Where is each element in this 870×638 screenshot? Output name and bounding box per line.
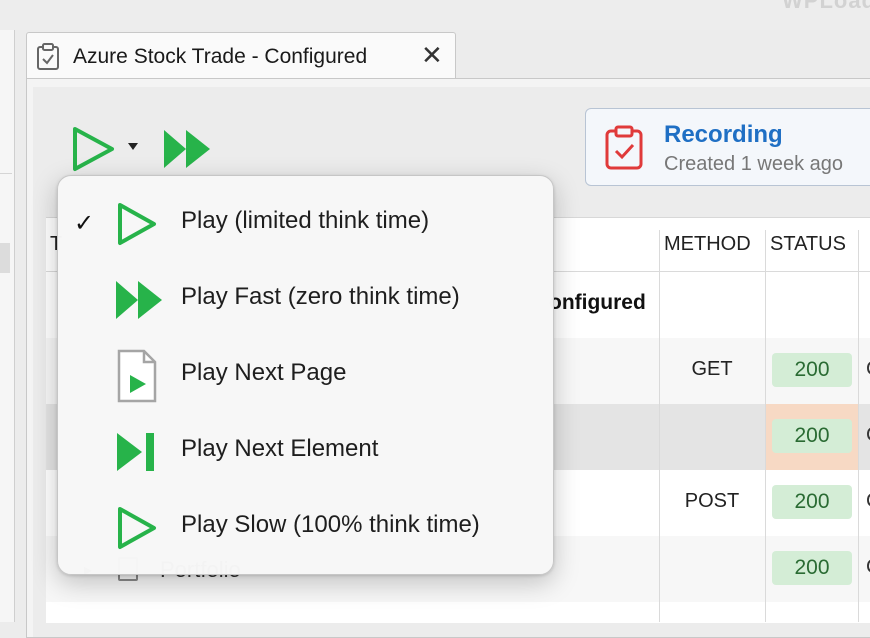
play-outline-icon bbox=[114, 201, 160, 247]
tab-azure-stock-trade[interactable]: Azure Stock Trade - Configured ✕ bbox=[26, 32, 456, 78]
checkmark-icon: ✓ bbox=[74, 210, 95, 237]
app-title: WPLoad bbox=[782, 0, 870, 13]
play-mode-menu: ✓ Play (limited think time) Play Fast (z… bbox=[57, 175, 554, 575]
menu-item-play-slow[interactable]: Play Slow (100% think time) bbox=[58, 489, 553, 565]
column-divider bbox=[765, 230, 766, 622]
play-fast-button[interactable] bbox=[162, 126, 212, 177]
title-bar: WPLoad bbox=[0, 0, 870, 30]
menu-item-play-next-page[interactable]: Play Next Page bbox=[58, 337, 553, 413]
column-divider bbox=[858, 230, 859, 622]
next-column-cell: C bbox=[866, 556, 870, 579]
menu-item-label: Play Next Element bbox=[181, 435, 379, 462]
recording-clipboard-icon bbox=[604, 125, 644, 176]
tab-label: Azure Stock Trade - Configured bbox=[73, 45, 368, 68]
recording-subtitle: Created 1 week ago bbox=[664, 153, 844, 175]
menu-item-label: Play (limited think time) bbox=[181, 207, 430, 234]
left-pane bbox=[0, 30, 15, 622]
page-play-icon bbox=[114, 349, 160, 403]
play-outline-icon bbox=[73, 127, 114, 171]
step-forward-icon bbox=[114, 429, 160, 475]
play-outline-icon bbox=[114, 505, 160, 551]
method-cell: POST bbox=[684, 490, 740, 512]
column-header-method[interactable]: METHOD bbox=[664, 217, 751, 271]
menu-item-play-next-element[interactable]: Play Next Element bbox=[58, 413, 553, 489]
column-header-status[interactable]: STATUS bbox=[770, 217, 846, 271]
recording-title: Recording bbox=[664, 121, 783, 148]
left-pane-selected-row[interactable] bbox=[0, 243, 10, 273]
menu-item-label: Play Next Page bbox=[181, 359, 347, 386]
menu-item-play-fast[interactable]: Play Fast (zero think time) bbox=[58, 261, 553, 337]
play-menu-chevron-down-icon[interactable] bbox=[128, 143, 138, 150]
next-column-cell: C bbox=[866, 358, 870, 381]
recording-card[interactable]: Recording Created 1 week ago bbox=[585, 108, 870, 186]
menu-item-label: Play Fast (zero think time) bbox=[181, 283, 460, 310]
play-button[interactable] bbox=[70, 126, 118, 177]
next-column-cell: C bbox=[866, 490, 870, 513]
close-icon[interactable]: ✕ bbox=[421, 42, 443, 68]
left-pane-divider bbox=[0, 173, 12, 174]
status-badge: 200 bbox=[772, 353, 852, 387]
status-badge: 200 bbox=[772, 485, 852, 519]
menu-item-play-limited[interactable]: ✓ Play (limited think time) bbox=[58, 185, 553, 261]
status-badge: 200 bbox=[772, 551, 852, 585]
menu-item-label: Play Slow (100% think time) bbox=[181, 511, 480, 538]
column-divider bbox=[659, 230, 660, 622]
next-column-cell: C bbox=[866, 424, 870, 447]
clipboard-check-icon bbox=[36, 43, 60, 76]
method-cell: GET bbox=[691, 358, 733, 380]
group-row-name[interactable]: onfigured bbox=[549, 291, 646, 315]
status-badge: 200 bbox=[772, 419, 852, 453]
fast-forward-icon bbox=[164, 130, 210, 168]
fast-forward-icon bbox=[114, 277, 162, 323]
